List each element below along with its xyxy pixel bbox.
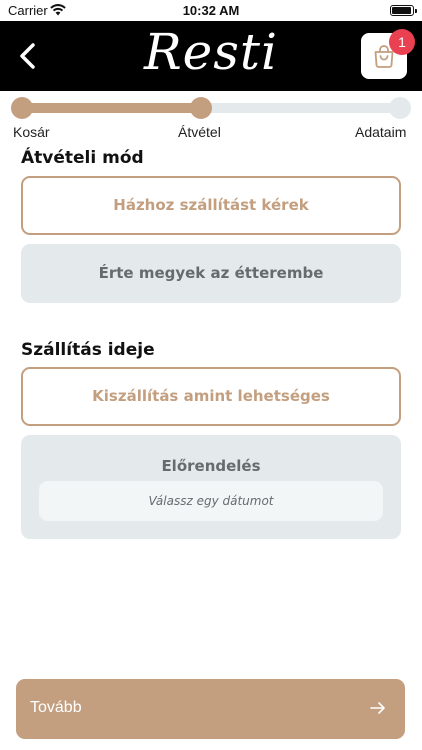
progress-fill	[22, 103, 211, 113]
step-label-details: Adataim	[355, 124, 407, 140]
app-header: Resti 1	[0, 21, 422, 91]
delivery-time-section-title: Szállítás ideje	[21, 340, 155, 360]
asap-delivery-option[interactable]: Kiszállítás amint lehetséges	[21, 367, 401, 426]
step-label-pickup: Átvétel	[178, 124, 221, 140]
preorder-option[interactable]: Előrendelés Válassz egy dátumot	[21, 435, 401, 539]
brand-logo: Resti	[144, 23, 278, 81]
next-button-label: Tovább	[30, 699, 82, 716]
pickup-section-title: Átvételi mód	[21, 148, 144, 168]
status-bar: Carrier 10:32 AM	[0, 0, 422, 21]
checkout-progress: Kosár Átvétel Adataim	[0, 91, 422, 141]
next-button[interactable]: Tovább	[16, 679, 405, 739]
step-label-cart: Kosár	[13, 124, 50, 140]
step-dot-pickup	[190, 97, 212, 119]
step-dot-cart	[11, 97, 33, 119]
home-delivery-option[interactable]: Házhoz szállítást kérek	[21, 176, 401, 235]
restaurant-pickup-option[interactable]: Érte megyek az étterembe	[21, 244, 401, 303]
preorder-label: Előrendelés	[161, 457, 261, 475]
cart-count-badge: 1	[389, 29, 415, 55]
date-picker-field[interactable]: Válassz egy dátumot	[39, 481, 383, 521]
arrow-right-icon	[370, 702, 385, 714]
battery-icon	[390, 5, 417, 16]
status-time: 10:32 AM	[182, 3, 240, 18]
step-dot-details	[389, 97, 411, 119]
